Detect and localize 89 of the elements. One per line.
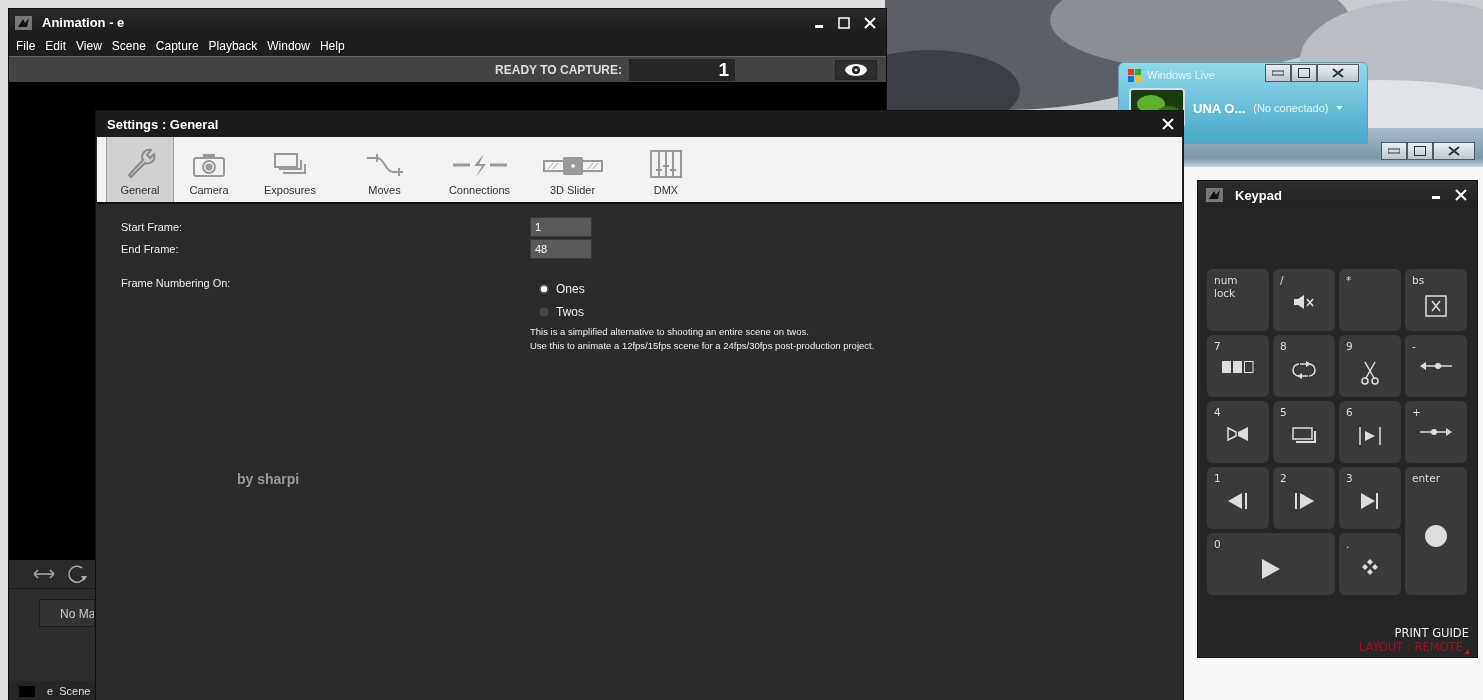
keypad-key[interactable]: 4 [1207, 401, 1269, 463]
eye-button[interactable] [835, 59, 877, 80]
keypad-key[interactable]: bs [1405, 269, 1467, 331]
play-icon [1262, 559, 1280, 579]
settings-tab[interactable]: Connections [433, 137, 526, 202]
close-icon [1448, 146, 1460, 156]
keypad-key[interactable]: 9 [1339, 335, 1401, 397]
number-field[interactable]: 1 [530, 217, 592, 237]
menu-item[interactable]: Edit [45, 39, 67, 53]
menu-item[interactable]: Capture [155, 39, 199, 53]
field-label: Start Frame: [121, 221, 184, 233]
credit-text: by sharpi [237, 471, 301, 487]
rotate-icon[interactable] [67, 564, 89, 584]
skip-end-icon [1361, 493, 1379, 509]
number-field[interactable]: 48 [530, 239, 592, 259]
keypad-key[interactable]: 6 [1339, 401, 1401, 463]
close-icon[interactable] [864, 16, 876, 29]
help-text: This is a simplified alternative to shooting an entire scene on twos. [530, 325, 810, 339]
minimize-icon [1388, 148, 1400, 154]
maximize-icon [1414, 146, 1426, 156]
window-title: Settings : General [107, 116, 219, 132]
settings-tab[interactable]: 3D Slider [526, 137, 619, 202]
maximize-icon[interactable] [838, 16, 850, 29]
settings-tab[interactable]: General [106, 137, 174, 202]
menu-item[interactable]: File [16, 39, 36, 53]
radio-label[interactable]: Ones [556, 281, 585, 296]
diamond-icon [1362, 559, 1378, 575]
radio-button[interactable] [538, 305, 550, 318]
resize-arrows-icon[interactable] [33, 569, 55, 579]
clear-box-icon [1425, 295, 1447, 317]
minimize-button[interactable] [1381, 142, 1407, 160]
keypad-key[interactable]: 0 [1207, 533, 1335, 595]
menu-item[interactable]: Playback [208, 39, 258, 53]
frame-counter: 1 [629, 58, 735, 81]
keypad-key[interactable]: enter [1405, 467, 1467, 595]
overlay-frames-icon [1292, 427, 1316, 443]
keypad-key[interactable]: 5 [1273, 401, 1335, 463]
keypad-key[interactable]: . [1339, 533, 1401, 595]
settings-tab[interactable]: Exposures [244, 137, 336, 202]
keypad-key[interactable]: 3 [1339, 467, 1401, 529]
settings-tab[interactable]: Moves [336, 137, 433, 202]
mute-icon [1293, 295, 1315, 309]
print-guide-link[interactable]: PRINT GUIDE [1394, 626, 1469, 640]
keypad-key[interactable]: + [1405, 401, 1467, 463]
keypad-key[interactable]: 1 [1207, 467, 1269, 529]
radio-button[interactable] [538, 282, 550, 295]
keypad-key[interactable]: - [1405, 335, 1467, 397]
arrow-dot-icon [1420, 427, 1452, 437]
play-between-icon [1359, 427, 1381, 445]
record-icon [1425, 525, 1447, 547]
app-icon [15, 15, 32, 30]
close-icon[interactable] [1455, 189, 1467, 201]
keypad-key[interactable]: 7 [1207, 335, 1269, 397]
scissors-icon [1361, 361, 1379, 385]
window-title: Keypad [1235, 187, 1282, 203]
keypad-key[interactable]: 2 [1273, 467, 1335, 529]
status-label: READY TO CAPTURE: [495, 62, 622, 77]
menu-item[interactable]: Scene [111, 39, 146, 53]
field-label: End Frame: [121, 243, 180, 255]
app-icon [1206, 188, 1223, 202]
menu-item[interactable]: View [76, 39, 102, 53]
help-text: Use this to animate a 12fps/15fps scene for a 24fps/30fps post-production project. [530, 339, 876, 353]
bowtie-icon [1227, 427, 1249, 441]
field-label: Frame Numbering On: [121, 277, 232, 289]
settings-tab[interactable]: DMX [619, 137, 713, 202]
mixer-faders-icon [650, 150, 682, 178]
menu-item[interactable]: Help [319, 39, 345, 53]
step-forward-icon [1294, 493, 1314, 509]
eye-icon [844, 62, 868, 77]
keypad-key[interactable]: / [1273, 269, 1335, 331]
settings-tab[interactable]: Camera [174, 137, 244, 202]
camera-icon [192, 152, 226, 178]
radio-label[interactable]: Twos [556, 304, 584, 319]
scene-tab[interactable]: e Scene [47, 685, 91, 697]
loop-icon [1291, 361, 1317, 379]
slider-rail-icon [542, 154, 603, 178]
corner-arrow-icon [1464, 649, 1469, 654]
arrow-dot-icon [1420, 361, 1452, 371]
curve-path-icon [364, 152, 405, 178]
maximize-button[interactable] [1407, 142, 1433, 160]
color-swatch [19, 685, 35, 697]
step-back-icon [1228, 493, 1248, 509]
keypad-key[interactable]: 8 [1273, 335, 1335, 397]
keypad-key[interactable]: * [1339, 269, 1401, 331]
close-button[interactable] [1433, 142, 1475, 160]
menu-item[interactable]: Window [267, 39, 310, 53]
keypad-key[interactable]: num lock [1207, 269, 1269, 331]
window-title: Animation - e [42, 15, 125, 30]
frames-icon [1222, 361, 1254, 373]
